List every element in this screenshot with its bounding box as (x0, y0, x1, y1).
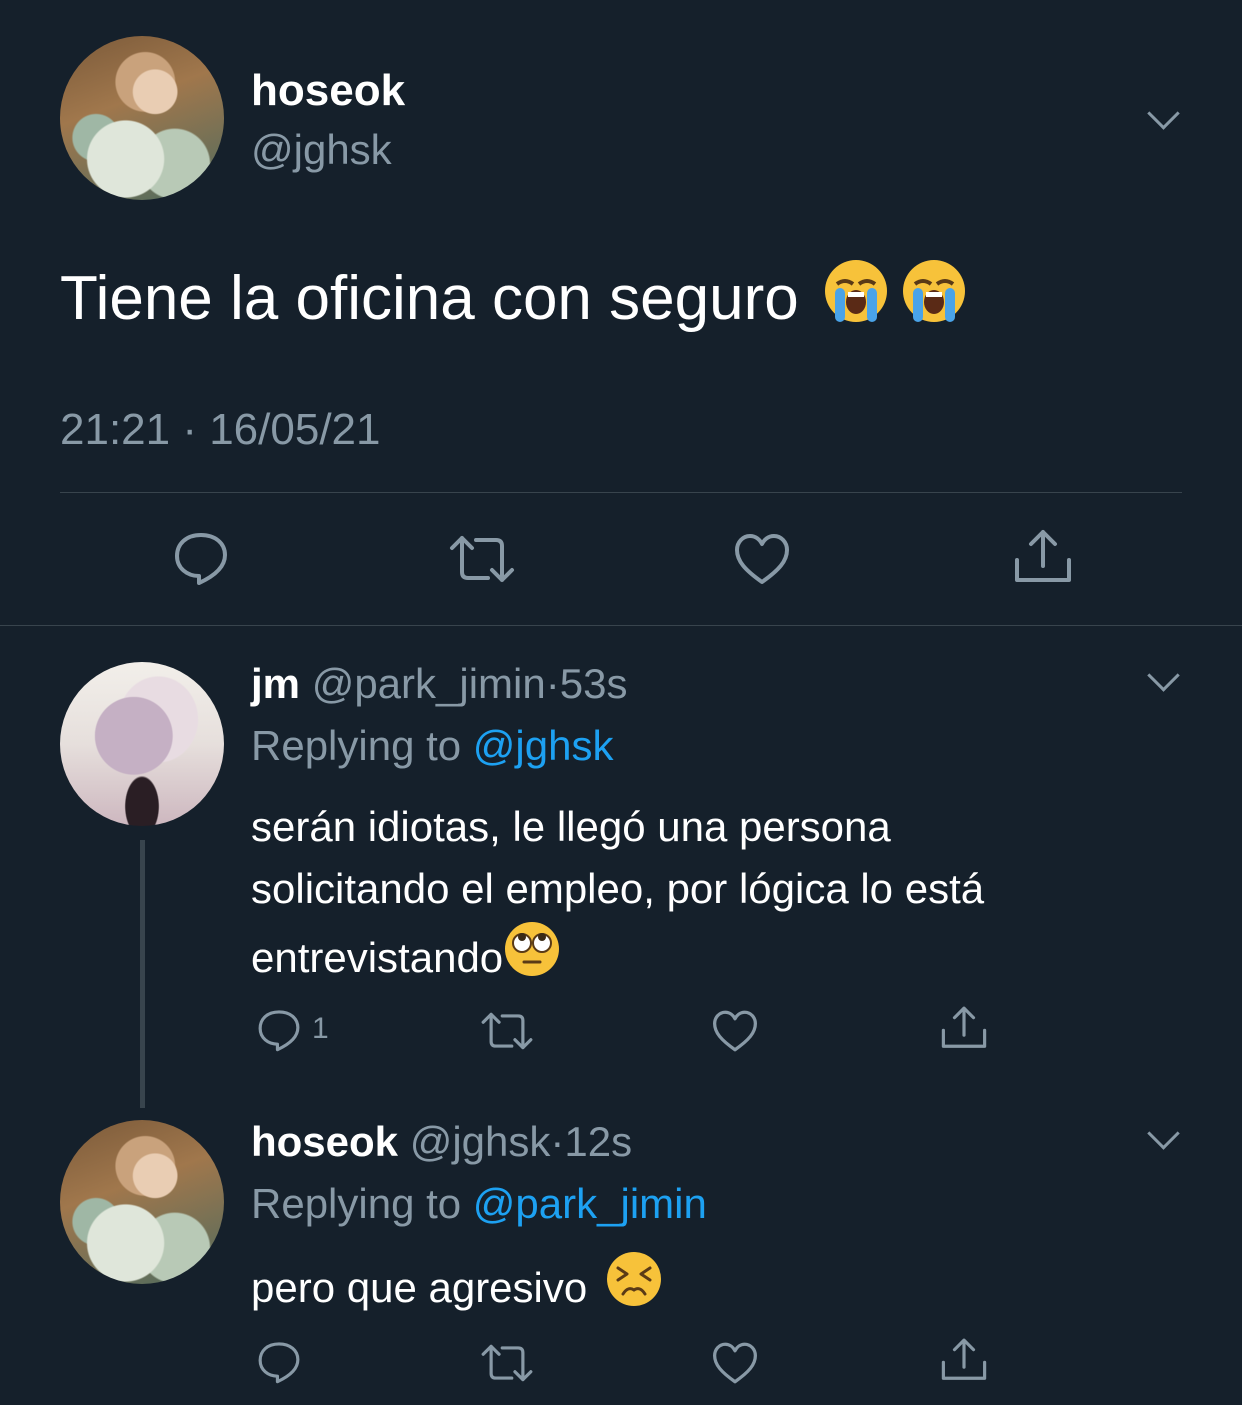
tweet-text-content: Tiene la oficina con seguro (60, 264, 799, 333)
reply-text: serán idiotas, le llegó una persona soli… (251, 796, 984, 995)
reply-text-content: pero que agresivo (251, 1263, 588, 1311)
replying-to-link[interactable]: @jghsk (473, 722, 614, 769)
share-icon[interactable] (940, 1337, 988, 1383)
retweet-icon[interactable] (480, 1343, 534, 1383)
reply-time[interactable]: 53s (560, 660, 628, 707)
handle[interactable]: @jghsk (251, 126, 392, 174)
face-with-rolling-eyes-icon (503, 920, 561, 995)
dot-separator: · (550, 1118, 565, 1165)
retweet-icon[interactable] (480, 1011, 534, 1051)
reply-count: 1 (312, 1012, 329, 1045)
reply-icon[interactable] (256, 1008, 302, 1052)
heart-icon[interactable] (711, 1009, 759, 1053)
timestamp[interactable]: 21:21 · 16/05/21 (60, 405, 380, 455)
reply-text: pero que agresivo (251, 1250, 663, 1325)
reply-header: jm @park_jimin·53s (251, 660, 627, 708)
avatar[interactable] (60, 1120, 224, 1284)
display-name[interactable]: jm (251, 660, 300, 707)
reply-header: hoseok @jghsk·12s (251, 1118, 632, 1166)
reply-text-content: entrevistando (251, 933, 504, 981)
replying-to-label: Replying to (251, 1180, 462, 1227)
persevering-face-icon (605, 1250, 663, 1325)
chevron-down-icon[interactable] (1147, 659, 1180, 692)
display-name[interactable]: hoseok (251, 66, 405, 116)
heart-icon[interactable] (711, 1341, 759, 1385)
handle[interactable]: @park_jimin (312, 660, 546, 707)
reply-text-line: serán idiotas, le llegó una persona (251, 803, 891, 850)
share-icon[interactable] (1013, 528, 1073, 586)
replying-to-label: Replying to (251, 722, 462, 769)
display-name[interactable]: hoseok (251, 1118, 398, 1165)
chevron-down-icon[interactable] (1147, 97, 1180, 130)
replying-to: Replying to @park_jimin (251, 1180, 707, 1228)
reply-icon[interactable] (256, 1340, 302, 1384)
tweet-text: Tiene la oficina con seguro (60, 258, 967, 339)
heart-icon[interactable] (733, 532, 791, 586)
loudly-crying-face-icon (901, 258, 967, 339)
avatar[interactable] (60, 662, 224, 826)
loudly-crying-face-icon (823, 258, 889, 339)
reply-time[interactable]: 12s (564, 1118, 632, 1165)
share-icon[interactable] (940, 1005, 988, 1051)
avatar[interactable] (60, 36, 224, 200)
divider (60, 492, 1182, 493)
reply-text-line: solicitando el empleo, por lógica lo est… (251, 865, 985, 912)
divider (0, 625, 1242, 626)
replying-to: Replying to @jghsk (251, 722, 613, 770)
chevron-down-icon[interactable] (1147, 1117, 1180, 1150)
reply-text-line: entrevistando (251, 920, 984, 995)
reply-icon[interactable] (172, 530, 230, 586)
replying-to-link[interactable]: @park_jimin (473, 1180, 707, 1227)
retweet-icon[interactable] (448, 534, 516, 584)
dot-separator: · (545, 660, 560, 707)
handle[interactable]: @jghsk (410, 1118, 551, 1165)
thread-line (140, 840, 145, 1108)
